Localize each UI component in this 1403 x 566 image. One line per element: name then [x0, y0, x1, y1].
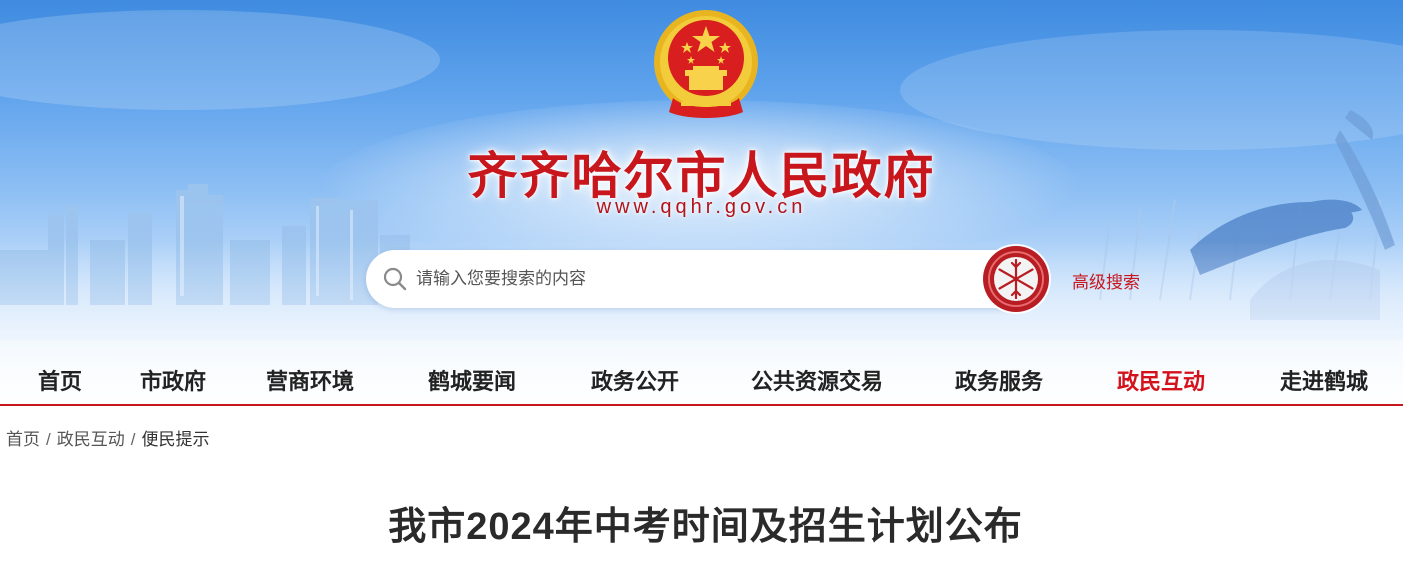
search-icon: [383, 267, 407, 291]
article-title: 我市2024年中考时间及招生计划公布: [388, 506, 1023, 548]
nav-item-public-resources-trading[interactable]: 公共资源交易: [751, 364, 883, 396]
site-url: www.qqhr.gov.cn: [596, 196, 807, 218]
header-banner: 齐齐哈尔市人民政府 www.qqhr.gov.cn 高级搜索 首页 市政府 营商…: [0, 0, 1403, 405]
nav-divider: [0, 404, 1403, 406]
nav-item-discover-hecheng[interactable]: 走进鹤城: [1280, 364, 1368, 396]
nav-item-public-interaction[interactable]: 政民互动: [1117, 364, 1205, 396]
breadcrumb-current: 便民提示: [141, 430, 210, 449]
breadcrumb-separator: /: [46, 430, 51, 449]
national-emblem-icon: [654, 10, 758, 118]
search-input[interactable]: [416, 264, 956, 294]
breadcrumb-link-home[interactable]: 首页: [6, 430, 40, 449]
nav-item-government-services[interactable]: 政务服务: [955, 364, 1043, 396]
snowflake-search-icon[interactable]: [980, 243, 1052, 315]
advanced-search-link[interactable]: 高级搜索: [1072, 268, 1140, 293]
breadcrumb-link-public-interaction[interactable]: 政民互动: [57, 430, 125, 449]
nav-item-government-affairs-open[interactable]: 政务公开: [591, 364, 679, 396]
breadcrumb-separator: /: [130, 430, 136, 449]
main-nav: 首页 市政府 营商环境 鹤城要闻 政务公开 公共资源交易 政务服务 政民互动 走…: [0, 352, 1403, 404]
nav-item-hecheng-news[interactable]: 鹤城要闻: [428, 364, 516, 396]
breadcrumb: 首页 / 政民互动 / 便民提示: [6, 425, 209, 450]
nav-item-city-government[interactable]: 市政府: [140, 364, 206, 396]
nav-item-business-environment[interactable]: 营商环境: [266, 364, 354, 396]
nav-item-home[interactable]: 首页: [38, 364, 82, 396]
